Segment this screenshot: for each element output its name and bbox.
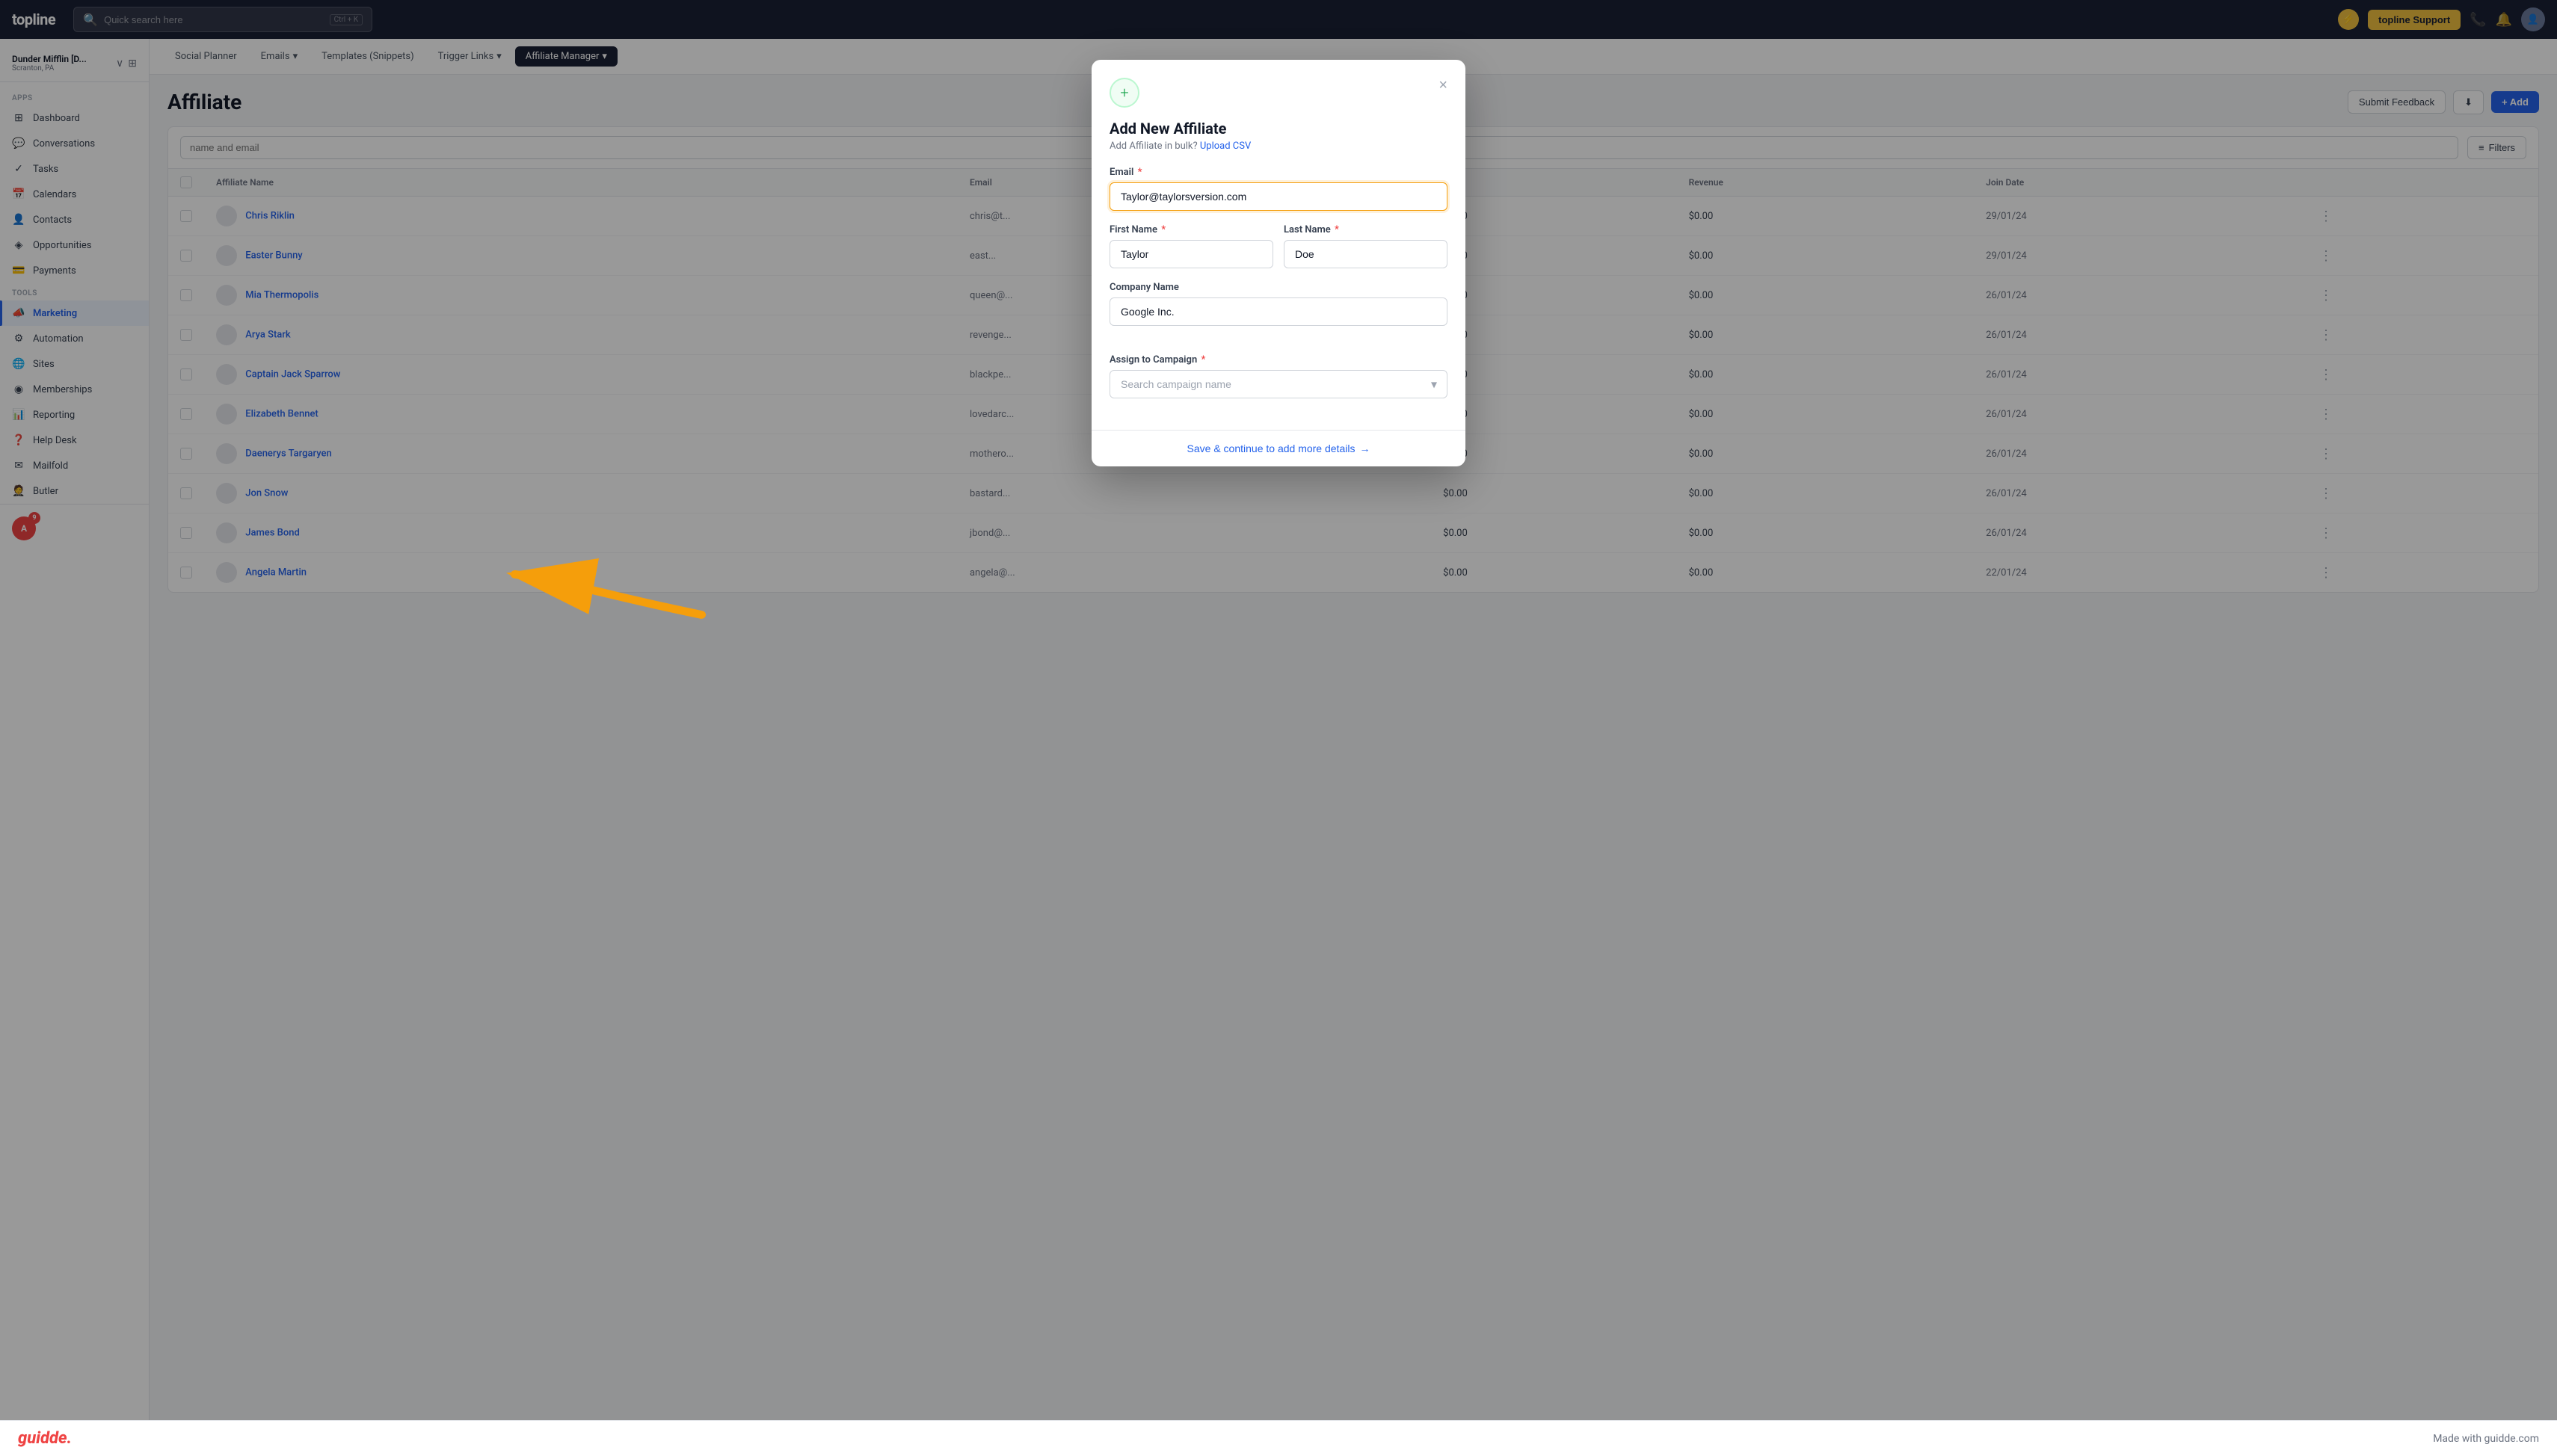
- modal-plus-icon: +: [1110, 78, 1139, 108]
- guidde-logo: guidde.: [18, 1429, 72, 1448]
- made-with-text: Made with guidde.com: [2433, 1433, 2539, 1445]
- name-form-row: First Name * Last Name *: [1110, 224, 1447, 282]
- last-name-input[interactable]: [1284, 240, 1447, 268]
- modal-overlay: + Add New Affiliate Add Affiliate in bul…: [0, 0, 2557, 1456]
- required-marker: *: [1161, 224, 1166, 235]
- campaign-label: Assign to Campaign *: [1110, 354, 1447, 365]
- campaign-select[interactable]: Search campaign name: [1110, 370, 1447, 398]
- required-marker: *: [1201, 354, 1205, 365]
- save-continue-button[interactable]: Save & continue to add more details →: [1187, 442, 1370, 454]
- modal-subtitle: Add Affiliate in bulk? Upload CSV: [1110, 141, 1251, 152]
- modal-title: Add New Affiliate: [1110, 120, 1251, 138]
- company-name-label: Company Name: [1110, 282, 1447, 293]
- bottom-bar: guidde. Made with guidde.com: [0, 1420, 2557, 1456]
- required-marker: *: [1138, 167, 1142, 178]
- email-label: Email *: [1110, 167, 1447, 178]
- add-affiliate-modal: + Add New Affiliate Add Affiliate in bul…: [1092, 60, 1465, 466]
- first-name-form-group: First Name *: [1110, 224, 1273, 268]
- modal-body: Email * First Name * Last Name *: [1092, 167, 1465, 430]
- company-name-input[interactable]: [1110, 297, 1447, 326]
- arrow-icon: →: [1359, 442, 1370, 454]
- campaign-form-group: Assign to Campaign * Search campaign nam…: [1110, 354, 1447, 398]
- email-input[interactable]: [1110, 182, 1447, 211]
- required-marker: *: [1335, 224, 1339, 235]
- last-name-label: Last Name *: [1284, 224, 1447, 235]
- modal-header: + Add New Affiliate Add Affiliate in bul…: [1092, 60, 1465, 167]
- company-form-group: Company Name: [1110, 282, 1447, 326]
- modal-footer: Save & continue to add more details →: [1092, 430, 1465, 466]
- email-form-group: Email *: [1110, 167, 1447, 211]
- last-name-form-group: Last Name *: [1284, 224, 1447, 268]
- first-name-label: First Name *: [1110, 224, 1273, 235]
- upload-csv-link[interactable]: Upload CSV: [1200, 141, 1251, 152]
- first-name-input[interactable]: [1110, 240, 1273, 268]
- campaign-select-wrapper: Search campaign name: [1110, 370, 1447, 398]
- modal-close-button[interactable]: ×: [1438, 78, 1447, 93]
